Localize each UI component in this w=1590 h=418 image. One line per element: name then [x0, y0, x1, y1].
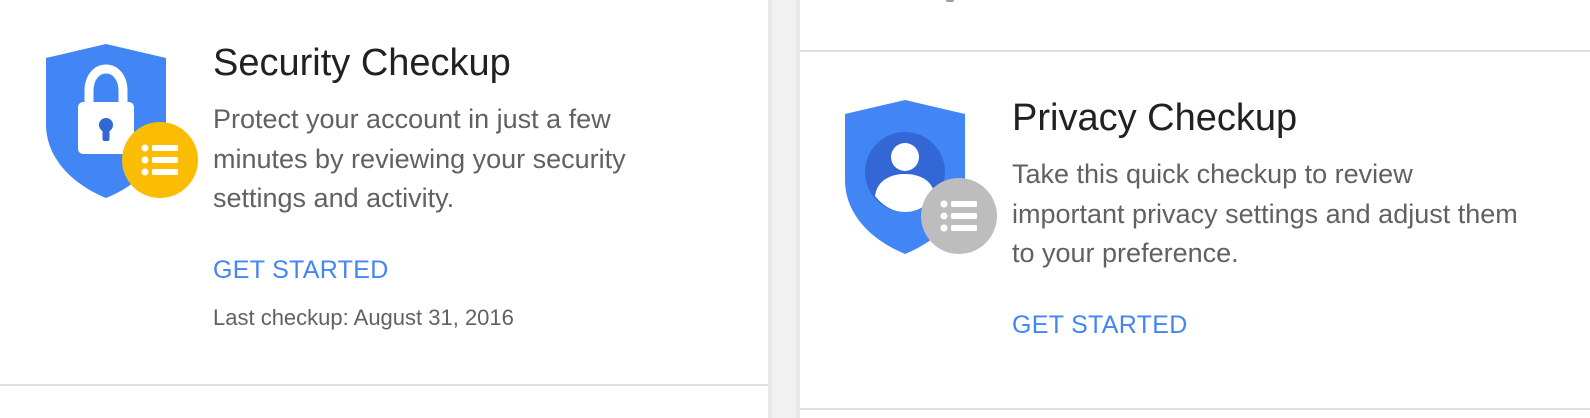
- next-card-right: [800, 410, 1590, 418]
- privacy-checkup-description: Take this quick checkup to review import…: [1012, 159, 1518, 268]
- shield-person-icon: [845, 100, 997, 254]
- security-get-started-button[interactable]: GET STARTED: [213, 256, 389, 285]
- shield-lock-icon: [46, 44, 198, 198]
- next-card-left: [0, 386, 768, 418]
- list-icon: [122, 122, 198, 198]
- privacy-checkup-title: Privacy Checkup: [1012, 97, 1298, 139]
- privacy-checkup-card: Privacy Checkup Take this quick checkup …: [800, 52, 1590, 410]
- last-checkup-date: Last checkup: August 31, 2016: [213, 305, 514, 330]
- list-icon: [921, 178, 997, 254]
- previous-card-right: [800, 0, 1590, 52]
- security-checkup-title: Security Checkup: [213, 42, 511, 84]
- security-checkup-description: Protect your account in just a few minut…: [213, 104, 626, 213]
- column-divider-left: [768, 0, 772, 418]
- privacy-get-started-button[interactable]: GET STARTED: [1012, 311, 1188, 340]
- security-checkup-card: Security Checkup Protect your account in…: [0, 0, 768, 386]
- cropped-content: [946, 0, 954, 2]
